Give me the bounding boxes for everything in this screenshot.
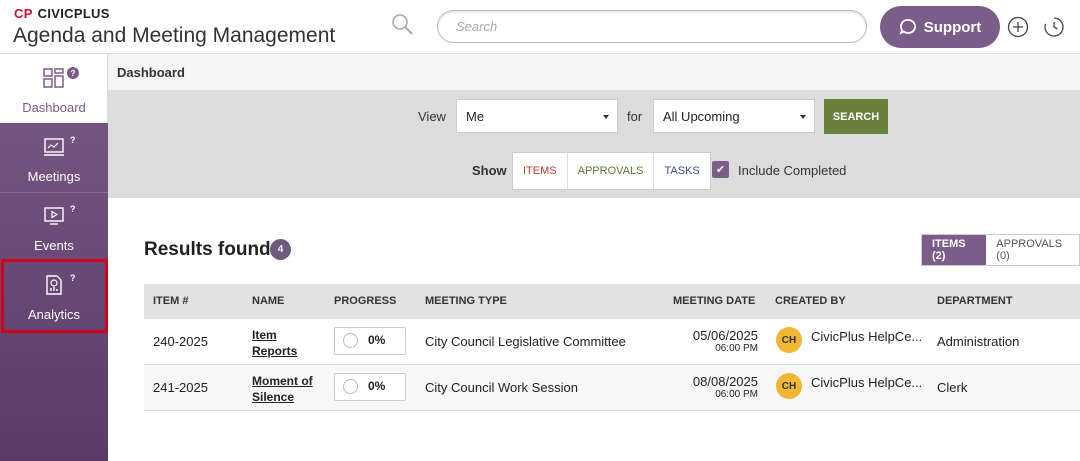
include-completed-checkbox[interactable]: ✔ [712,161,729,178]
item-name-link[interactable]: Moment of Silence [252,373,313,405]
logo-mark: CP [14,6,33,21]
col-name[interactable]: NAME [252,295,284,307]
view-value: Me [466,108,485,124]
meeting-date-value: 08/08/2025 [692,374,758,389]
history-icon[interactable] [1043,16,1065,38]
col-created-by[interactable]: CREATED BY [775,295,846,307]
progress-indicator: 0% [334,373,406,401]
view-select[interactable]: Me [456,99,618,133]
support-button[interactable]: Support [880,6,1000,48]
help-mark[interactable]: ? [70,204,76,214]
table-row[interactable]: 240-2025 Item Reports 0% City Council Le… [144,319,1080,365]
sidebar-item-meetings[interactable]: ? Meetings [0,123,108,192]
chevron-down-icon [800,115,806,119]
view-label: View [418,109,446,124]
show-tasks-toggle[interactable]: TASKS [654,153,709,189]
help-badge[interactable]: ? [67,67,79,79]
show-items-toggle[interactable]: ITEMS [513,153,568,189]
video-icon [44,207,64,225]
meeting-time-value: 06:00 PM [715,343,758,354]
meetings-icon [44,138,64,156]
sidebar-item-events[interactable]: ? Events [0,192,108,261]
results-label: Results found: [144,239,277,260]
item-name-line2[interactable]: Silence [252,390,294,404]
progress-ring-icon [343,379,358,394]
tab-approvals[interactable]: APPROVALS (0) [986,235,1079,265]
item-name-line1[interactable]: Item [252,328,277,342]
breadcrumb: Dashboard [108,54,1080,91]
progress-value: 0% [368,333,386,347]
col-department[interactable]: DEPARTMENT [937,295,1013,307]
meeting-date: 08/08/2025 06:00 PM [674,374,758,400]
show-toggle-group: ITEMS APPROVALS TASKS [512,152,711,190]
global-search-input[interactable] [438,11,866,42]
progress-value: 0% [368,379,386,393]
app-title: Agenda and Meeting Management [13,24,336,47]
item-number: 241-2025 [153,380,208,395]
department: Administration [937,334,1020,349]
progress-ring-icon [343,333,358,348]
chat-bubble-icon [899,19,916,35]
meeting-type: City Council Legislative Committee [425,334,626,349]
page-title: Dashboard [117,65,185,80]
sidebar-item-label: Dashboard [22,100,86,115]
filter-panel: View Me for All Upcoming SEARCH Show ITE… [108,91,1080,198]
item-name-line1[interactable]: Moment of [252,374,313,388]
search-icon[interactable] [390,12,416,38]
dashboard-icon [43,68,64,88]
item-name-link[interactable]: Item Reports [252,327,297,359]
results-tabs: ITEMS (2) APPROVALS (0) [921,234,1080,266]
table-header: ITEM # NAME PROGRESS MEETING TYPE MEETIN… [144,284,1080,319]
progress-indicator: 0% [334,327,406,355]
results-count-badge: 4 [270,239,291,260]
meeting-time-value: 06:00 PM [715,389,758,400]
add-icon[interactable] [1007,16,1029,38]
sidebar-item-dashboard[interactable]: ? Dashboard [0,54,108,123]
for-select[interactable]: All Upcoming [653,99,815,133]
created-by: CivicPlus HelpCe... [811,329,923,344]
sidebar-item-label: Events [34,238,74,253]
search-button[interactable]: SEARCH [824,99,888,134]
table-row[interactable]: 241-2025 Moment of Silence 0% City Counc… [144,365,1080,411]
meeting-date: 05/06/2025 06:00 PM [674,328,758,354]
chevron-down-icon [603,115,609,119]
help-mark[interactable]: ? [70,135,76,145]
for-value: All Upcoming [663,108,740,124]
show-label: Show [472,163,507,178]
sidebar-item-label: Meetings [27,169,81,184]
item-number: 240-2025 [153,334,208,349]
include-completed-label: Include Completed [738,163,847,178]
avatar: CH [776,373,802,399]
col-item-number[interactable]: ITEM # [153,295,188,307]
col-progress[interactable]: PROGRESS [334,295,396,307]
civicplus-logo[interactable]: CP CIVICPLUS [14,6,110,21]
tab-items[interactable]: ITEMS (2) [922,235,987,265]
sidebar-nav: ? Dashboard ? Meetings ? Events ? Analyt… [0,54,108,461]
brand-name: CIVICPLUS [37,6,110,21]
app-header: CP CIVICPLUS Agenda and Meeting Manageme… [0,0,1080,54]
item-name-line2[interactable]: Reports [252,344,297,358]
global-search-box[interactable] [437,10,867,43]
meeting-type: City Council Work Session [425,380,578,395]
for-label: for [627,109,643,124]
analytics-highlight-box [1,259,108,333]
meeting-date-value: 05/06/2025 [692,328,758,343]
support-label: Support [923,18,982,36]
show-approvals-toggle[interactable]: APPROVALS [568,153,655,189]
col-meeting-date[interactable]: MEETING DATE [673,295,755,307]
department: Clerk [937,380,968,395]
avatar: CH [776,327,802,353]
col-meeting-type[interactable]: MEETING TYPE [425,295,507,307]
created-by: CivicPlus HelpCe... [811,375,923,390]
